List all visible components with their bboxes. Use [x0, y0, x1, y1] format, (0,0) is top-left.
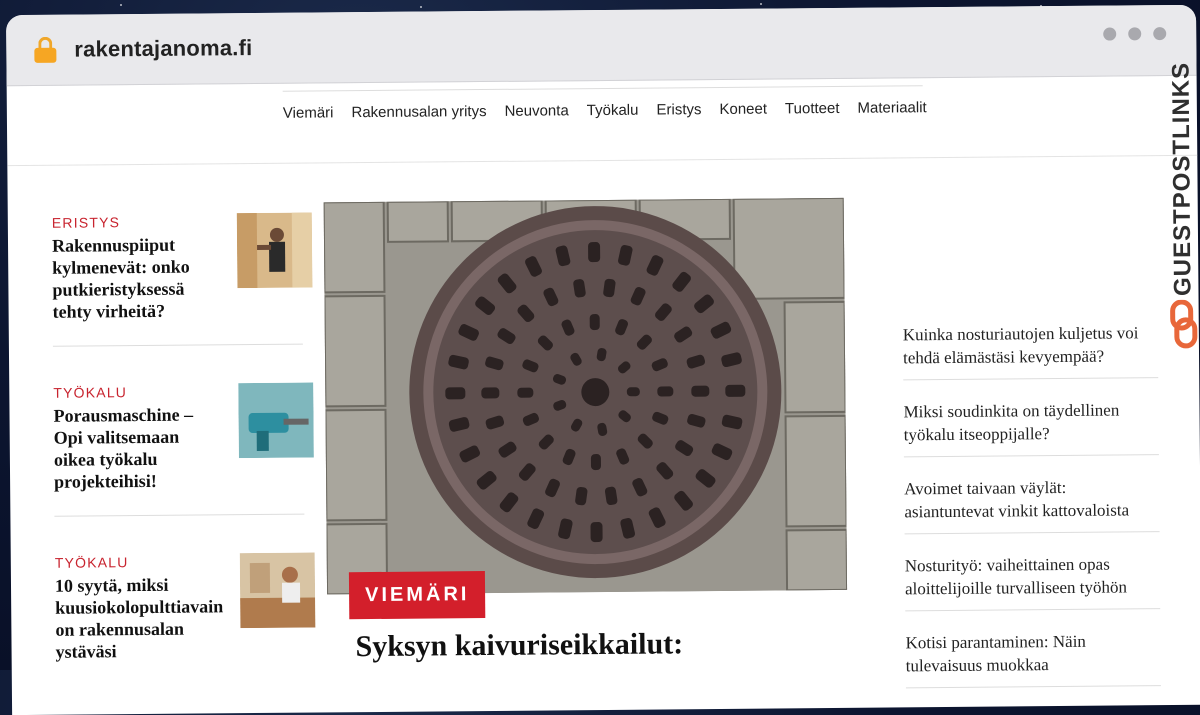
- article-card[interactable]: TYÖKALU 10 syytä, miksi kuusiokolopultti…: [55, 552, 316, 715]
- sidebar-article-link[interactable]: Miksi soudinkita on täydellinen työkalu …: [903, 392, 1159, 458]
- nav-item-koneet[interactable]: Koneet: [719, 101, 767, 118]
- article-card[interactable]: TYÖKALU Porausmaschine – Opi valitsemaan…: [53, 382, 314, 555]
- featured-category-badge[interactable]: VIEMÄRI: [348, 571, 486, 620]
- article-title[interactable]: Porausmaschine – Opi valitsemaan oikea t…: [53, 403, 204, 492]
- article-card[interactable]: ERISTYS Rakennuspiiput kylmenevät: onko …: [52, 212, 313, 385]
- window-dot-icon[interactable]: [1153, 27, 1167, 41]
- sidebar-article-link[interactable]: Nosturityö: vaiheittainen opas aloitteli…: [904, 546, 1161, 612]
- article-title[interactable]: 10 syytä, miksi kuusiokolopulttiavain on…: [55, 573, 223, 662]
- window-dot-icon[interactable]: [1103, 27, 1117, 41]
- browser-window: rakentajanoma.fi Viemäri Rakennusalan yr…: [6, 4, 1200, 715]
- brand-text: GUESTPOSTLINKS: [1167, 61, 1197, 297]
- article-thumbnail[interactable]: [238, 382, 314, 459]
- window-dot-icon[interactable]: [1128, 27, 1142, 41]
- article-title[interactable]: Rakennuspiiput kylmenevät: onko putkieri…: [52, 233, 203, 322]
- nav-item-rakennusalan-yritys[interactable]: Rakennusalan yritys: [351, 103, 486, 121]
- main-nav: Viemäri Rakennusalan yritys Neuvonta Työ…: [283, 99, 927, 122]
- browser-address-bar: rakentajanoma.fi: [6, 4, 1197, 87]
- article-divider: [52, 343, 303, 347]
- lock-icon: [34, 36, 57, 63]
- sidebar-article-link[interactable]: Kuinka nosturiautojen kuljetus voi tehdä…: [902, 315, 1159, 381]
- link-chain-icon: [1170, 299, 1198, 349]
- featured-title[interactable]: Syksyn kaivuriseikkailut:: [355, 627, 683, 664]
- nav-item-tyokalu[interactable]: Työkalu: [587, 102, 639, 119]
- window-controls: [1103, 27, 1167, 41]
- left-article-list: ERISTYS Rakennuspiiput kylmenevät: onko …: [52, 212, 316, 715]
- nav-item-tuotteet[interactable]: Tuotteet: [785, 100, 840, 117]
- nav-item-eristys[interactable]: Eristys: [656, 101, 701, 118]
- article-thumbnail[interactable]: [239, 552, 316, 629]
- nav-item-viemari[interactable]: Viemäri: [283, 104, 334, 121]
- article-divider: [54, 513, 305, 517]
- header-divider: [7, 154, 1198, 167]
- nav-divider: [282, 85, 923, 92]
- nav-item-neuvonta[interactable]: Neuvonta: [504, 102, 568, 120]
- nav-item-materiaalit[interactable]: Materiaalit: [857, 99, 926, 117]
- article-thumbnail[interactable]: [236, 212, 313, 289]
- featured-image[interactable]: [323, 197, 848, 595]
- right-article-list: Kuinka nosturiautojen kuljetus voi tehdä…: [902, 315, 1161, 702]
- guestpostlinks-logo: GUESTPOSTLINKS: [1156, 55, 1200, 365]
- url-text[interactable]: rakentajanoma.fi: [74, 35, 252, 63]
- sidebar-article-link[interactable]: Kotisi parantaminen: Näin tulevaisuus mu…: [905, 623, 1161, 689]
- sidebar-article-link[interactable]: Avoimet taivaan väylät: asiantuntevat vi…: [904, 469, 1160, 535]
